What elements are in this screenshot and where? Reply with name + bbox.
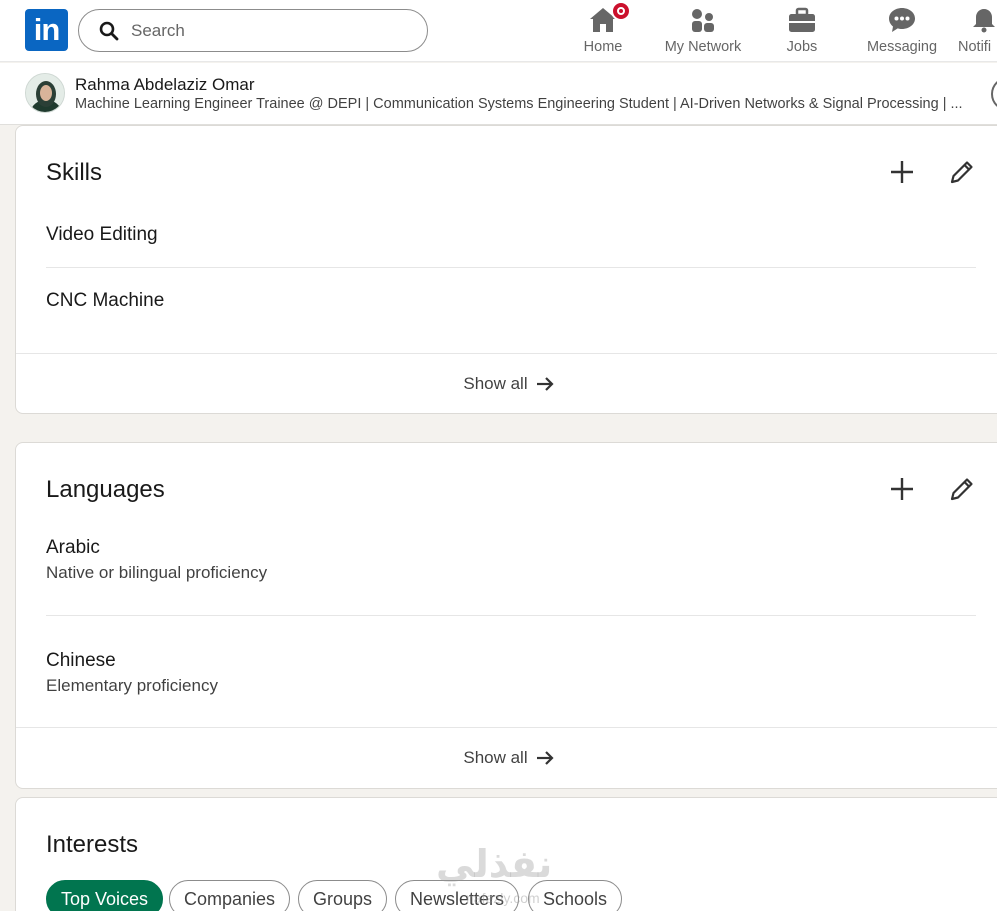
language-item-name: Arabic — [46, 537, 100, 558]
nav-messaging[interactable]: Messaging — [864, 5, 940, 57]
interests-card: Interests Top Voices Companies Groups Ne… — [15, 797, 997, 911]
languages-show-all-button[interactable]: Show all — [16, 728, 997, 788]
search-box[interactable] — [78, 9, 428, 52]
add-language-button[interactable] — [885, 472, 919, 506]
skills-title: Skills — [46, 159, 103, 186]
arrow-right-icon — [536, 751, 554, 765]
divider — [46, 615, 976, 616]
add-skill-button[interactable] — [885, 155, 919, 189]
nav-notifications-label: Notifi — [958, 39, 992, 55]
show-all-label: Show all — [463, 748, 528, 767]
nav-notifications[interactable]: Notifi — [958, 5, 997, 57]
nav-jobs-label: Jobs — [786, 39, 818, 55]
pencil-icon — [950, 161, 973, 184]
nav-home-label: Home — [583, 39, 623, 55]
top-nav: in Home My Network Jobs Messaging Notifi — [0, 0, 997, 62]
nav-home[interactable]: Home — [578, 1, 631, 57]
home-icon — [589, 1, 631, 35]
avatar[interactable] — [25, 73, 65, 113]
languages-card: Languages Arabic Native or bilingual pro… — [15, 442, 997, 789]
edit-skills-button[interactable] — [945, 155, 979, 189]
pencil-icon — [950, 478, 973, 501]
search-icon — [99, 21, 119, 40]
people-icon — [690, 5, 716, 35]
divider — [46, 267, 976, 268]
languages-title: Languages — [46, 476, 165, 503]
tab-companies[interactable]: Companies — [169, 880, 291, 911]
nav-my-network[interactable]: My Network — [660, 5, 746, 57]
skill-item-name[interactable]: Video Editing — [46, 224, 158, 246]
language-item-name: Chinese — [46, 650, 116, 671]
tab-groups[interactable]: Groups — [298, 880, 388, 911]
plus-icon — [891, 161, 913, 183]
briefcase-icon — [788, 5, 816, 35]
nav-my-network-label: My Network — [664, 39, 742, 55]
tab-schools[interactable]: Schools — [528, 880, 623, 911]
search-input[interactable] — [131, 20, 401, 41]
arrow-right-icon — [536, 377, 554, 391]
more-button[interactable] — [991, 77, 997, 111]
tab-top-voices[interactable]: Top Voices — [46, 880, 164, 911]
edit-languages-button[interactable] — [945, 472, 979, 506]
profile-name: Rahma Abdelaziz Omar — [75, 75, 255, 94]
tab-newsletters[interactable]: Newsletters — [395, 880, 520, 911]
nav-jobs[interactable]: Jobs — [782, 5, 822, 57]
bell-icon — [972, 5, 996, 35]
linkedin-logo[interactable]: in — [25, 9, 68, 51]
show-all-label: Show all — [463, 374, 528, 393]
profile-headline: Machine Learning Engineer Trainee @ DEPI… — [75, 96, 963, 112]
skills-card: Skills Video Editing CNC Machine Show al… — [15, 125, 997, 414]
plus-icon — [891, 478, 913, 500]
nav-messaging-label: Messaging — [866, 39, 938, 55]
language-item-proficiency: Elementary proficiency — [46, 676, 218, 695]
skills-show-all-button[interactable]: Show all — [16, 354, 997, 413]
profile-header-bar: Rahma Abdelaziz Omar Machine Learning En… — [0, 63, 997, 125]
language-item-proficiency: Native or bilingual proficiency — [46, 563, 268, 582]
skill-item-name[interactable]: CNC Machine — [46, 290, 164, 312]
interests-title: Interests — [46, 831, 139, 858]
chat-icon — [888, 5, 916, 35]
notification-badge — [611, 1, 631, 21]
